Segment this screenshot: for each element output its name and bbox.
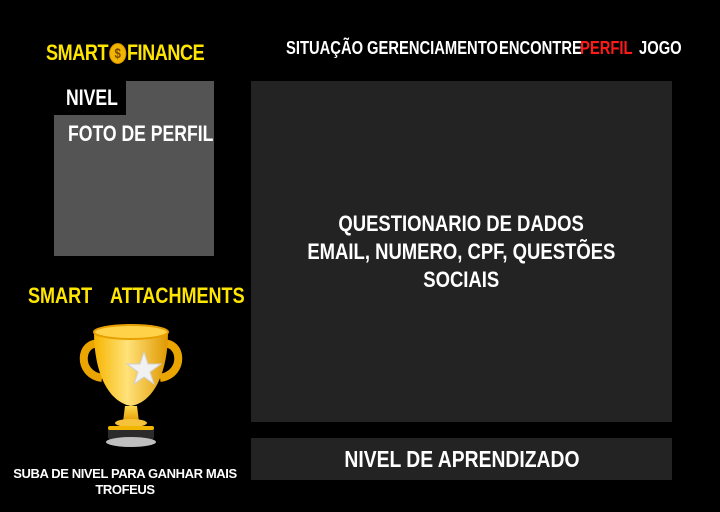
- questionnaire-fields-cont: SOCIAIS: [423, 266, 500, 292]
- learning-level-label: NIVEL DE APRENDIZADO: [343, 445, 580, 472]
- attachments-title-smart: SMART: [28, 283, 93, 308]
- level-badge: NIVEL: [54, 81, 126, 115]
- nav-item-jogo[interactable]: JOGO: [639, 38, 682, 59]
- attachments-title: ATTACHMENTS: [110, 283, 245, 308]
- level-label: NIVEL: [66, 85, 118, 110]
- coin-icon: $: [108, 42, 127, 64]
- profile-photo-label: FOTO DE PERFIL: [68, 121, 214, 146]
- trophy-caption: SUBA DE NIVEL PARA GANHAR MAIS TROFEUS: [13, 466, 237, 497]
- brand-name-left: SMART: [46, 40, 109, 65]
- brand-name-right: FINANCE: [126, 40, 205, 65]
- nav-item-gerenciamento[interactable]: GERENCIAMENTO: [367, 38, 498, 59]
- data-questionnaire-panel[interactable]: QUESTIONARIO DE DADOS EMAIL, NUMERO, CPF…: [251, 81, 672, 422]
- learning-level-bar[interactable]: NIVEL DE APRENDIZADO: [251, 438, 672, 480]
- nav-item-situacao[interactable]: SITUAÇÃO: [286, 38, 363, 59]
- trophy-icon: [78, 322, 184, 450]
- nav-item-perfil[interactable]: PERFIL: [580, 38, 632, 59]
- profile-photo-label-wrap: FOTO DE PERFIL: [68, 121, 250, 147]
- questionnaire-title: QUESTIONARIO DE DADOS: [338, 210, 585, 236]
- questionnaire-fields: EMAIL, NUMERO, CPF, QUESTÕES: [307, 238, 616, 264]
- profile-photo-box[interactable]: NIVEL FOTO DE PERFIL: [54, 81, 214, 256]
- brand-logo[interactable]: SMART $ FINANCE: [46, 40, 205, 66]
- nav-item-encontre[interactable]: ENCONTRE: [499, 38, 582, 59]
